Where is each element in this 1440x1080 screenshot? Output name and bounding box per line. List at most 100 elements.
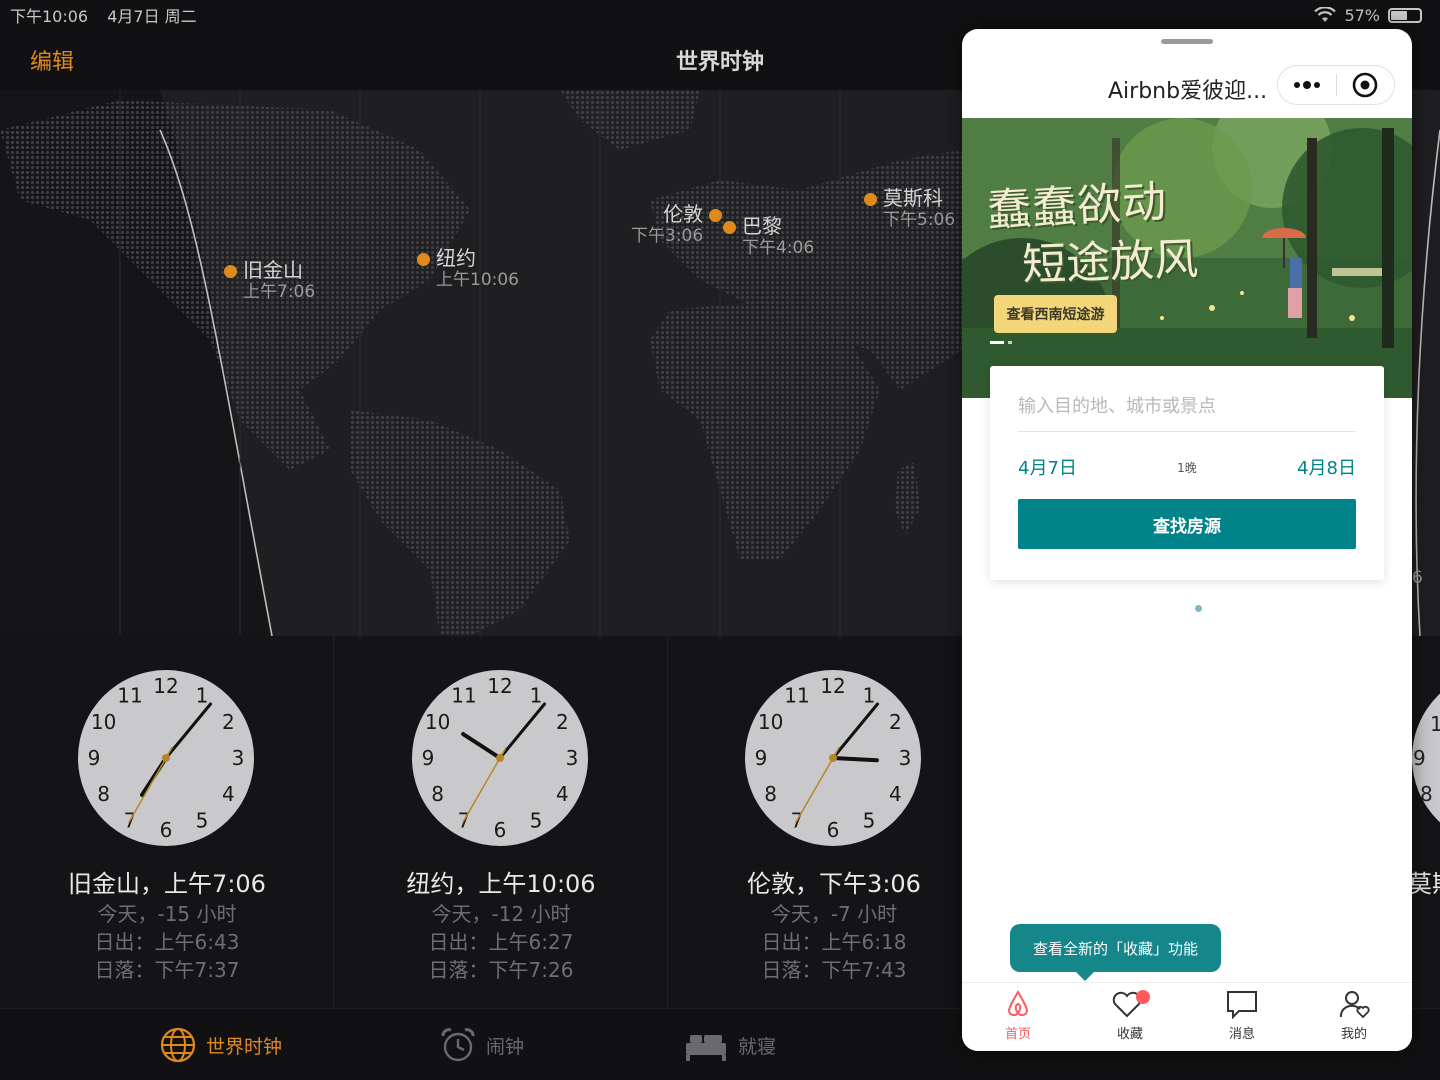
clock-numeral: 4 — [222, 782, 235, 806]
favorites-tooltip[interactable]: 查看全新的「收藏」功能 — [1010, 924, 1221, 972]
battery-icon — [1388, 7, 1422, 23]
clock-numeral: 4 — [889, 782, 902, 806]
clock-card-moscow-partial[interactable]: 1 9 8 莫斯 — [1412, 636, 1440, 1008]
city-name: 旧金山 — [243, 258, 303, 282]
tooltip-arrow — [1076, 972, 1094, 981]
clock-numeral: 12 — [487, 674, 512, 698]
map-city-moscow[interactable]: 莫斯科 下午5:06 — [864, 186, 955, 230]
clock-sunrise: 日出：上午6:43 — [94, 930, 240, 954]
clock-numeral: 6 — [160, 818, 173, 842]
banner-cta-button[interactable]: 查看西南短途游 — [994, 295, 1117, 333]
promo-banner[interactable]: 蠢蠢欲动 短途放风 查看西南短途游 — [962, 118, 1412, 398]
tab-label: 闹钟 — [486, 1035, 525, 1058]
tab-world-clock[interactable]: 世界时钟 — [160, 1027, 282, 1063]
city-name: 伦敦 — [663, 202, 704, 226]
loading-indicator — [1195, 605, 1202, 612]
destination-search-input[interactable] — [1018, 382, 1356, 432]
mp-tab-profile[interactable]: 我的 — [1298, 989, 1410, 1042]
clock-numeral: 1 — [863, 684, 876, 708]
map-city-new-york[interactable]: 纽约 上午10:06 — [417, 246, 519, 290]
profile-icon — [1339, 991, 1370, 1019]
clock-numeral: 8 — [1420, 782, 1433, 806]
clock-numeral: 6 — [494, 818, 507, 842]
analog-clock: 121234567891011 — [745, 670, 921, 846]
map-city-san-francisco[interactable]: 旧金山 上午7:06 — [224, 258, 315, 302]
globe-icon — [160, 1027, 196, 1063]
city-time: 下午5:06 — [883, 210, 956, 230]
clock-numeral: 9 — [422, 746, 435, 770]
map-city-london[interactable]: 伦敦 下午3:06 — [631, 202, 723, 246]
find-listings-button[interactable]: 查找房源 — [1018, 499, 1356, 549]
city-marker — [709, 209, 723, 222]
clock-card-new-york[interactable]: 121234567891011 纽约，上午10:06 今天，-12 小时 日出：… — [334, 636, 668, 1008]
close-mini-program-button[interactable] — [1336, 66, 1394, 104]
panel-grabber[interactable] — [1161, 39, 1213, 44]
mp-tab-label: 首页 — [1004, 1027, 1031, 1042]
city-time: 下午3:06 — [631, 226, 704, 246]
hour-hand — [831, 756, 879, 763]
clock-numeral: 11 — [451, 684, 476, 708]
map-city-time-partial: 6 — [1412, 568, 1423, 588]
mp-tab-home[interactable]: 首页 — [962, 989, 1074, 1042]
pagination-dot — [1008, 341, 1012, 344]
status-right: 57% — [1314, 6, 1430, 25]
clock-numeral: 9 — [755, 746, 768, 770]
banner-title-line2: 短途放风 — [1021, 233, 1199, 292]
clock-numeral: 5 — [196, 808, 209, 832]
battery-fill — [1391, 10, 1407, 20]
tab-label: 世界时钟 — [206, 1035, 283, 1058]
city-marker — [723, 221, 736, 234]
tab-alarm[interactable]: 闹钟 — [440, 1027, 524, 1063]
date-range: 4月7日 1晚 4月8日 — [1018, 452, 1356, 482]
clock-sunset: 日落：下午7:43 — [761, 958, 907, 982]
edit-button[interactable]: 编辑 — [30, 44, 74, 76]
city-label: 旧金山 上午7:06 — [243, 258, 315, 302]
status-left: 下午10:06 4月7日 周二 — [10, 3, 211, 27]
status-bar: 下午10:06 4月7日 周二 57% — [0, 0, 1440, 30]
clock-numeral: 2 — [222, 710, 235, 734]
clock-numeral: 11 — [784, 684, 809, 708]
status-time: 下午10:06 — [10, 7, 89, 26]
clock-sunrise: 日出：上午6:18 — [761, 930, 907, 954]
clock-numeral: 8 — [97, 782, 110, 806]
clock-title: 旧金山，上午7:06 — [68, 870, 266, 898]
clock-numeral: 10 — [425, 710, 450, 734]
city-label: 纽约 上午10:06 — [436, 246, 519, 290]
clock-card-london[interactable]: 121234567891011 伦敦，下午3:06 今天，-7 小时 日出：上午… — [667, 636, 1001, 1008]
alarm-icon — [441, 1028, 475, 1062]
wifi-icon — [1314, 7, 1337, 22]
more-dots-icon — [1293, 81, 1320, 89]
checkin-date[interactable]: 4月7日 — [1018, 454, 1077, 480]
city-time: 上午7:06 — [243, 282, 316, 302]
pagination-dot-active — [990, 341, 1004, 344]
more-button[interactable] — [1278, 66, 1336, 104]
status-date: 4月7日 周二 — [107, 7, 197, 26]
airbnb-logo-icon — [1007, 989, 1029, 1017]
map-city-paris[interactable]: 巴黎 下午4:06 — [723, 214, 814, 258]
checkout-date[interactable]: 4月8日 — [1297, 454, 1356, 480]
clock-numeral: 8 — [764, 782, 777, 806]
city-marker — [224, 265, 237, 278]
clock-card-san-francisco[interactable]: 121234567891011 旧金山，上午7:06 今天，-15 小时 日出：… — [0, 636, 334, 1008]
clock-title-partial: 莫斯 — [1412, 870, 1440, 898]
clock-numeral: 5 — [530, 808, 543, 832]
clock-sunset: 日落：下午7:37 — [94, 958, 240, 982]
mp-tab-messages[interactable]: 消息 — [1186, 989, 1298, 1042]
nights-count: 1晚 — [1177, 460, 1197, 475]
clock-numeral: 2 — [556, 710, 569, 734]
battery-percent: 57% — [1344, 5, 1380, 25]
mini-program-title: Airbnb爱彼迎... — [1108, 79, 1268, 104]
clock-numeral: 1 — [530, 684, 543, 708]
mp-tab-favorites[interactable]: 收藏 — [1074, 989, 1186, 1042]
clock-numeral: 3 — [566, 746, 579, 770]
city-time: 下午4:06 — [742, 238, 815, 258]
city-marker — [864, 193, 877, 206]
clock-title: 伦敦，下午3:06 — [747, 870, 921, 898]
clock-day-offset: 今天，-15 小时 — [97, 902, 237, 926]
clock-numeral: 1 — [1430, 712, 1440, 736]
clock-numeral: 10 — [91, 710, 116, 734]
clock-numeral: 6 — [827, 818, 840, 842]
tab-bedtime[interactable]: 就寝 — [684, 1027, 776, 1063]
tab-label: 就寝 — [738, 1035, 777, 1058]
city-label: 莫斯科 下午5:06 — [883, 186, 955, 230]
